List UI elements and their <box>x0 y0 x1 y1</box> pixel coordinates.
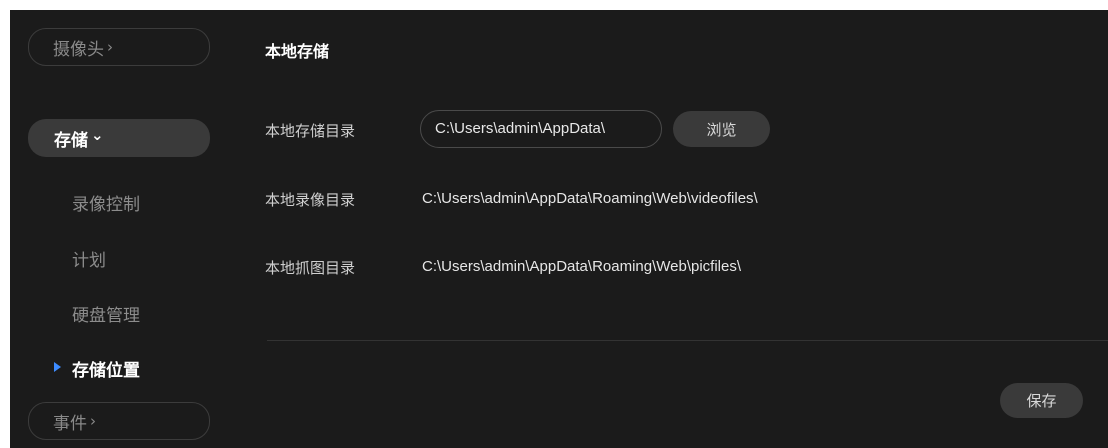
sidebar-item-label: 录像控制 <box>72 195 140 215</box>
sidebar-item-schedule[interactable]: 计划 <box>72 246 106 271</box>
settings-panel: 摄像头 › 存储 ⌄ 录像控制 计划 硬盘管理 存储位置 事件 › 本地存储 本… <box>10 10 1108 448</box>
sidebar-group-storage[interactable]: 存储 ⌄ <box>28 119 210 157</box>
sidebar-item-storage-location[interactable]: 存储位置 <box>54 356 140 381</box>
sidebar-item-label: 硬盘管理 <box>72 306 140 326</box>
sidebar-group-camera-label: 摄像头 <box>53 39 104 60</box>
chevron-right-icon: › <box>90 412 96 430</box>
sidebar-group-storage-label: 存储 <box>54 130 88 151</box>
record-dir-label: 本地录像目录 <box>265 191 356 209</box>
storage-dir-label: 本地存储目录 <box>265 122 356 140</box>
storage-dir-input[interactable]: C:\Users\admin\AppData\ <box>420 110 662 148</box>
sidebar-item-record-control[interactable]: 录像控制 <box>72 190 140 215</box>
sidebar-item-disk-management[interactable]: 硬盘管理 <box>72 301 140 326</box>
save-button[interactable]: 保存 <box>1000 383 1083 418</box>
sidebar-group-camera[interactable]: 摄像头 › <box>28 28 210 66</box>
chevron-down-icon: ⌄ <box>91 126 104 144</box>
sidebar-group-events-label: 事件 <box>53 413 87 434</box>
sidebar-item-label: 计划 <box>72 251 106 271</box>
active-indicator-icon <box>54 362 61 372</box>
chevron-right-icon: › <box>107 38 113 56</box>
page-title: 本地存储 <box>265 42 330 61</box>
record-dir-value: C:\Users\admin\AppData\Roaming\Web\video… <box>422 190 758 207</box>
snapshot-dir-value: C:\Users\admin\AppData\Roaming\Web\picfi… <box>422 258 742 275</box>
snapshot-dir-label: 本地抓图目录 <box>265 259 356 277</box>
sidebar-group-events[interactable]: 事件 › <box>28 402 210 440</box>
divider <box>267 340 1108 341</box>
browse-button[interactable]: 浏览 <box>673 111 770 147</box>
sidebar-item-label: 存储位置 <box>72 361 140 381</box>
